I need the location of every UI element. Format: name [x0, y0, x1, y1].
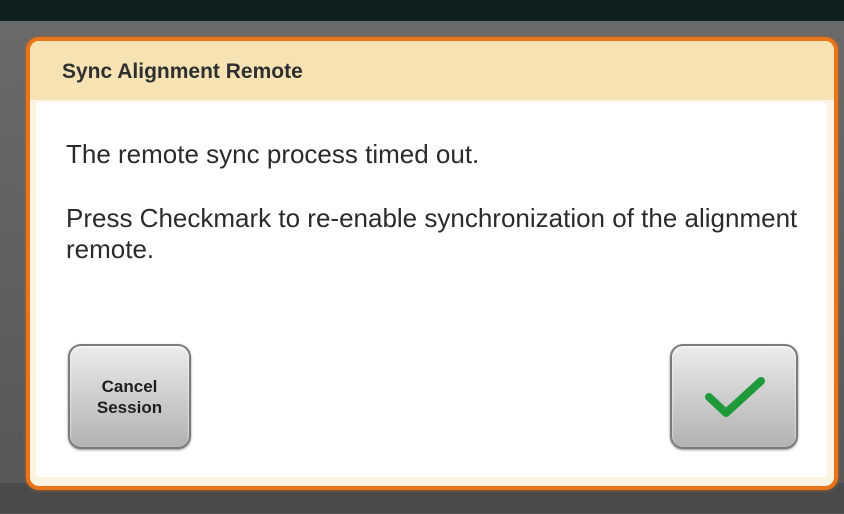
instruction-message: Press Checkmark to re-enable synchroniza…: [66, 203, 798, 264]
checkmark-icon: [705, 377, 765, 417]
cancel-session-label: Cancel Session: [96, 377, 163, 417]
confirm-checkmark-button[interactable]: [670, 344, 798, 449]
top-status-bar: [0, 0, 844, 21]
dialog-header: Sync Alignment Remote: [30, 41, 834, 100]
dialog-content: The remote sync process timed out. Press…: [36, 102, 827, 477]
sync-alignment-remote-dialog: Sync Alignment Remote The remote sync pr…: [26, 37, 838, 490]
dialog-title: Sync Alignment Remote: [62, 60, 303, 83]
timeout-message: The remote sync process timed out.: [66, 139, 480, 169]
cancel-session-button[interactable]: Cancel Session: [68, 344, 191, 449]
